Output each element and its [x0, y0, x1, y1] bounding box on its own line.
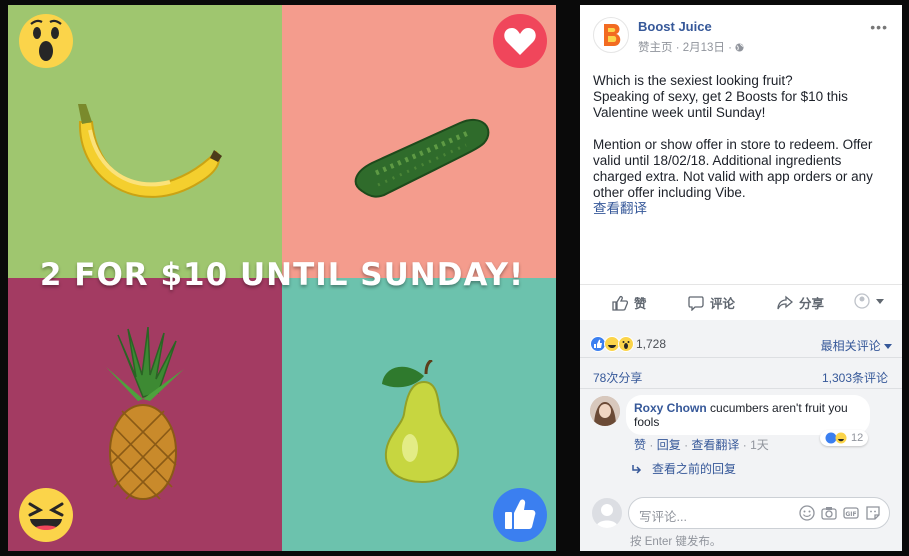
reaction-icons [825, 432, 847, 444]
post-meta: 赞主页 · 2月13日 · [638, 39, 744, 55]
haha-icon [19, 488, 73, 542]
like-button[interactable]: 赞 [612, 293, 647, 312]
post-date[interactable]: 2月13日 [683, 42, 725, 54]
more-options-button[interactable]: ••• [870, 19, 888, 35]
comment-reactions[interactable]: 12 [820, 430, 869, 446]
sticker-icon[interactable] [865, 505, 881, 521]
post-actions: 赞 评论 分享 [580, 284, 902, 318]
share-icon [777, 295, 793, 309]
comment-bubble: Roxy Chown cucumbers aren't fruit you fo… [626, 395, 870, 435]
see-translation-link[interactable]: 查看翻译 [593, 201, 893, 217]
comment-icon [688, 295, 704, 311]
reactions-row: 1,728 最相关评论 [580, 328, 902, 358]
share-button[interactable]: 分享 [777, 293, 824, 312]
sep: · [684, 438, 689, 452]
meta-page-link[interactable]: 赞主页 [638, 42, 673, 54]
composer-icons: GIF [799, 505, 881, 521]
caret-down-icon [884, 344, 892, 349]
comment-button[interactable]: 评论 [688, 293, 735, 312]
comment-author-link[interactable]: Roxy Chown [634, 401, 707, 415]
pear-image [382, 360, 460, 484]
wow-icon [19, 14, 73, 68]
post-as-selector[interactable] [854, 293, 884, 309]
cucumber-image [354, 118, 490, 198]
comment-ranking-dropdown[interactable]: 最相关评论 [821, 337, 892, 354]
comment-reaction-count: 12 [851, 432, 864, 444]
comments-section: 1,728 最相关评论 78次分享 1,303条评论 Roxy Chown cu… [580, 320, 902, 551]
sep: · [742, 438, 747, 452]
pineapple-image [106, 327, 184, 500]
post-header: Boost Juice 赞主页 · 2月13日 · ••• [580, 5, 902, 65]
post-text-line: Which is the sexiest looking fruit? [593, 73, 793, 88]
rank-label: 最相关评论 [820, 339, 881, 353]
comment-input[interactable]: 写评论... GIF [628, 497, 890, 529]
camera-icon[interactable] [821, 505, 837, 521]
avatar [592, 498, 622, 528]
comment-count-link[interactable]: 1,303条评论 [822, 369, 888, 386]
reaction-count[interactable]: 1,728 [636, 337, 666, 351]
caret-down-icon [876, 299, 884, 304]
reaction-icons[interactable] [590, 336, 634, 352]
meta-sep: · [728, 42, 732, 54]
like-icon [493, 488, 547, 542]
comment-input-placeholder: 写评论... [639, 510, 687, 524]
meta-sep: · [675, 42, 680, 54]
page-avatar[interactable] [593, 17, 629, 53]
globe-icon [735, 43, 744, 52]
comment-translate-link[interactable]: 查看翻译 [691, 438, 739, 452]
love-icon [493, 14, 547, 68]
comment-actions: 赞 · 回复 · 查看翻译 · 1天 [634, 436, 769, 453]
comment-like-link[interactable]: 赞 [634, 438, 646, 452]
post-image[interactable]: 2 FOR $10 UNTIL SUNDAY! [8, 5, 556, 551]
sep: · [649, 438, 654, 452]
comment-reply-link[interactable]: 回复 [657, 438, 681, 452]
reply-arrow-icon [632, 464, 642, 474]
avatar-silhouette-icon [854, 293, 870, 309]
gif-icon[interactable]: GIF [843, 505, 859, 521]
avatar[interactable] [590, 396, 620, 426]
promo-text: 2 FOR $10 UNTIL SUNDAY! [39, 257, 525, 293]
post-text-paragraph: Mention or show offer in store to redeem… [593, 137, 873, 200]
like-label: 赞 [634, 297, 647, 311]
share-label: 分享 [799, 297, 825, 311]
thumbs-up-icon [612, 295, 628, 311]
boost-logo-icon [604, 24, 621, 46]
post-sidebar: Boost Juice 赞主页 · 2月13日 · ••• Which is t… [580, 5, 902, 551]
banana-image [78, 104, 222, 198]
view-previous-replies[interactable]: 查看之前的回复 [632, 460, 736, 477]
emoji-icon[interactable] [799, 505, 815, 521]
comment-label: 评论 [710, 297, 736, 311]
share-count-link[interactable]: 78次分享 [593, 369, 642, 386]
previous-replies-label: 查看之前的回复 [652, 462, 737, 476]
svg-text:GIF: GIF [845, 511, 856, 518]
stats-row: 78次分享 1,303条评论 [580, 359, 902, 389]
enter-hint: 按 Enter 键发布。 [630, 536, 722, 548]
page-name-link[interactable]: Boost Juice [638, 19, 712, 34]
user-silhouette-icon [596, 504, 618, 528]
post-text-line: Speaking of sexy, get 2 Boosts for $10 t… [593, 89, 848, 120]
commenter-photo [590, 396, 620, 426]
comment-time[interactable]: 1天 [750, 438, 769, 452]
post-text: Which is the sexiest looking fruit? Spea… [593, 73, 893, 217]
